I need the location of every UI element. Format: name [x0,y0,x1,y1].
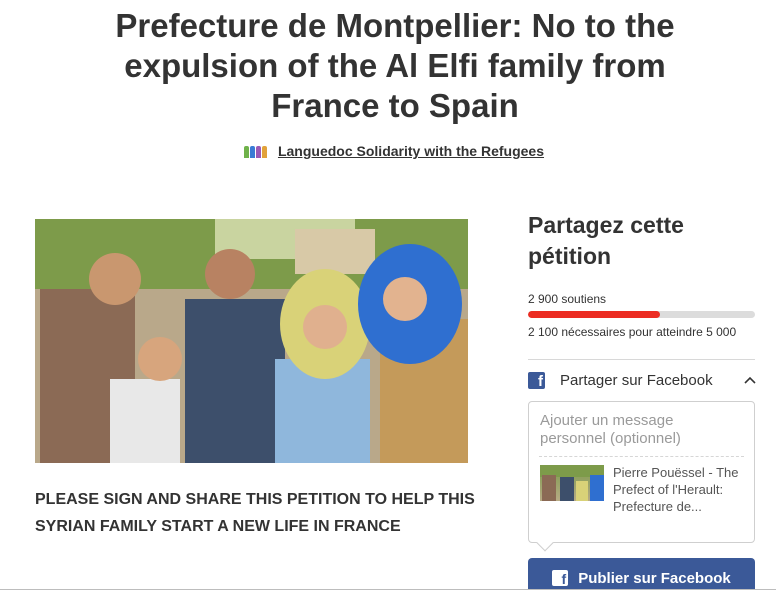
signatures-needed: 2 100 nécessaires pour atteindre 5 000 [528,325,737,339]
publish-facebook-button[interactable]: f Publier sur Facebook [528,558,755,593]
preview-thumbnail [540,465,604,501]
publish-facebook-label: Publier sur Facebook [578,569,731,587]
message-input[interactable]: Ajouter un message personnel (optionnel) [540,412,740,448]
chevron-up-icon[interactable] [744,374,756,386]
divider [539,456,744,457]
petition-title: Prefecture de Montpellier: No to the exp… [115,7,675,124]
divider [528,359,755,360]
facebook-share-toggle[interactable]: f Partager sur Facebook [528,369,756,391]
signature-progress-fill [528,311,660,318]
facebook-message-box[interactable]: Ajouter un message personnel (optionnel)… [528,401,755,552]
facebook-icon: f [552,570,569,586]
petition-photo [35,219,468,463]
share-preview-text: Pierre Pouëssel - The Prefect of l'Herau… [613,465,739,514]
message-box-tail [536,534,554,552]
facebook-icon: f [528,371,545,389]
organization-link[interactable]: Languedoc Solidarity with the Refugees [278,143,544,159]
share-title: Partagez cette pétition [528,212,684,269]
organization-logo-icon [243,144,270,158]
divider [0,589,776,593]
supporters-count: 2 900 soutiens [528,292,607,306]
facebook-share-label: Partager sur Facebook [560,371,713,389]
petition-lead-text: PLEASE SIGN AND SHARE THIS PETITION TO H… [35,491,475,535]
organization-row: Languedoc Solidarity with the Refugees [0,143,776,159]
signature-progress-bar [528,311,755,318]
